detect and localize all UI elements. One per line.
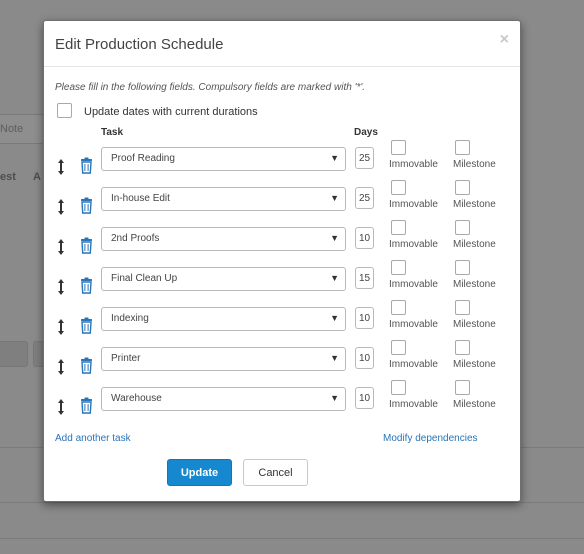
milestone-checkbox[interactable] bbox=[455, 180, 470, 195]
immovable-checkbox[interactable] bbox=[391, 300, 406, 315]
immovable-checkbox[interactable] bbox=[391, 380, 406, 395]
drag-handle-icon[interactable] bbox=[57, 238, 65, 256]
immovable-checkbox[interactable] bbox=[391, 260, 406, 275]
instructions-text: Please fill in the following fields. Com… bbox=[55, 82, 366, 93]
milestone-checkbox[interactable] bbox=[455, 220, 470, 235]
caret-down-icon: ▼ bbox=[330, 273, 339, 283]
task-select-value: Indexing bbox=[111, 313, 149, 324]
task-select[interactable]: Warehouse ▼ bbox=[101, 387, 346, 411]
days-input[interactable]: 15 bbox=[355, 267, 374, 289]
trash-icon[interactable] bbox=[80, 237, 93, 254]
task-select-value: Warehouse bbox=[111, 393, 162, 404]
immovable-label: Immovable bbox=[389, 359, 438, 370]
task-column-header: Task bbox=[101, 127, 124, 138]
trash-icon[interactable] bbox=[80, 157, 93, 174]
days-input[interactable]: 25 bbox=[355, 187, 374, 209]
background-divider bbox=[0, 538, 584, 539]
background-column-header: A bbox=[33, 171, 41, 183]
drag-handle-icon[interactable] bbox=[57, 158, 65, 176]
task-select[interactable]: Proof Reading ▼ bbox=[101, 147, 346, 171]
milestone-label: Milestone bbox=[453, 239, 496, 250]
trash-icon[interactable] bbox=[80, 397, 93, 414]
days-input[interactable]: 25 bbox=[355, 147, 374, 169]
task-row: Printer ▼ 10 Immovable Milestone bbox=[44, 340, 520, 387]
milestone-label: Milestone bbox=[453, 399, 496, 410]
edit-schedule-dialog: Edit Production Schedule × Please fill i… bbox=[43, 20, 521, 502]
background-button bbox=[0, 341, 28, 367]
trash-icon[interactable] bbox=[80, 197, 93, 214]
milestone-checkbox[interactable] bbox=[455, 300, 470, 315]
milestone-label: Milestone bbox=[453, 279, 496, 290]
task-row: Indexing ▼ 10 Immovable Milestone bbox=[44, 300, 520, 347]
task-select[interactable]: 2nd Proofs ▼ bbox=[101, 227, 346, 251]
task-select[interactable]: Printer ▼ bbox=[101, 347, 346, 371]
immovable-checkbox[interactable] bbox=[391, 340, 406, 355]
immovable-checkbox[interactable] bbox=[391, 220, 406, 235]
days-input[interactable]: 10 bbox=[355, 227, 374, 249]
task-row: Proof Reading ▼ 25 Immovable Milestone bbox=[44, 140, 520, 187]
immovable-checkbox[interactable] bbox=[391, 180, 406, 195]
caret-down-icon: ▼ bbox=[330, 393, 339, 403]
dialog-title: Edit Production Schedule bbox=[55, 36, 224, 53]
background-column-header: est bbox=[0, 171, 16, 183]
drag-handle-icon[interactable] bbox=[57, 318, 65, 336]
caret-down-icon: ▼ bbox=[330, 193, 339, 203]
task-select-value: 2nd Proofs bbox=[111, 233, 160, 244]
cancel-button[interactable]: Cancel bbox=[243, 459, 308, 486]
drag-handle-icon[interactable] bbox=[57, 398, 65, 416]
days-input[interactable]: 10 bbox=[355, 307, 374, 329]
add-task-link[interactable]: Add another task bbox=[55, 433, 131, 444]
immovable-label: Immovable bbox=[389, 239, 438, 250]
milestone-label: Milestone bbox=[453, 319, 496, 330]
milestone-label: Milestone bbox=[453, 359, 496, 370]
immovable-label: Immovable bbox=[389, 199, 438, 210]
task-select[interactable]: Final Clean Up ▼ bbox=[101, 267, 346, 291]
milestone-label: Milestone bbox=[453, 159, 496, 170]
immovable-label: Immovable bbox=[389, 159, 438, 170]
milestone-checkbox[interactable] bbox=[455, 380, 470, 395]
modify-dependencies-link[interactable]: Modify dependencies bbox=[383, 433, 478, 444]
trash-icon[interactable] bbox=[80, 317, 93, 334]
days-input[interactable]: 10 bbox=[355, 347, 374, 369]
drag-handle-icon[interactable] bbox=[57, 358, 65, 376]
immovable-label: Immovable bbox=[389, 279, 438, 290]
update-button[interactable]: Update bbox=[167, 459, 232, 486]
task-row: Warehouse ▼ 10 Immovable Milestone bbox=[44, 380, 520, 427]
drag-handle-icon[interactable] bbox=[57, 198, 65, 216]
days-input[interactable]: 10 bbox=[355, 387, 374, 409]
drag-handle-icon[interactable] bbox=[57, 278, 65, 296]
immovable-checkbox[interactable] bbox=[391, 140, 406, 155]
task-select-value: Final Clean Up bbox=[111, 273, 178, 284]
task-row: In-house Edit ▼ 25 Immovable Milestone bbox=[44, 180, 520, 227]
task-row: Final Clean Up ▼ 15 Immovable Milestone bbox=[44, 260, 520, 307]
caret-down-icon: ▼ bbox=[330, 153, 339, 163]
milestone-checkbox[interactable] bbox=[455, 340, 470, 355]
milestone-checkbox[interactable] bbox=[455, 140, 470, 155]
caret-down-icon: ▼ bbox=[330, 313, 339, 323]
task-select-value: Proof Reading bbox=[111, 153, 175, 164]
days-column-header: Days bbox=[354, 127, 378, 138]
caret-down-icon: ▼ bbox=[330, 233, 339, 243]
trash-icon[interactable] bbox=[80, 277, 93, 294]
close-icon[interactable]: × bbox=[500, 31, 509, 49]
dialog-header: Edit Production Schedule × bbox=[44, 21, 520, 67]
update-dates-checkbox[interactable] bbox=[57, 103, 72, 118]
task-row: 2nd Proofs ▼ 10 Immovable Milestone bbox=[44, 220, 520, 267]
task-select-value: Printer bbox=[111, 353, 141, 364]
task-select[interactable]: Indexing ▼ bbox=[101, 307, 346, 331]
immovable-label: Immovable bbox=[389, 399, 438, 410]
milestone-label: Milestone bbox=[453, 199, 496, 210]
background-divider bbox=[0, 502, 584, 503]
trash-icon[interactable] bbox=[80, 357, 93, 374]
milestone-checkbox[interactable] bbox=[455, 260, 470, 275]
background-note-text: Note bbox=[0, 123, 24, 135]
caret-down-icon: ▼ bbox=[330, 353, 339, 363]
update-dates-label: Update dates with current durations bbox=[84, 106, 258, 118]
immovable-label: Immovable bbox=[389, 319, 438, 330]
task-select[interactable]: In-house Edit ▼ bbox=[101, 187, 346, 211]
task-select-value: In-house Edit bbox=[111, 193, 170, 204]
